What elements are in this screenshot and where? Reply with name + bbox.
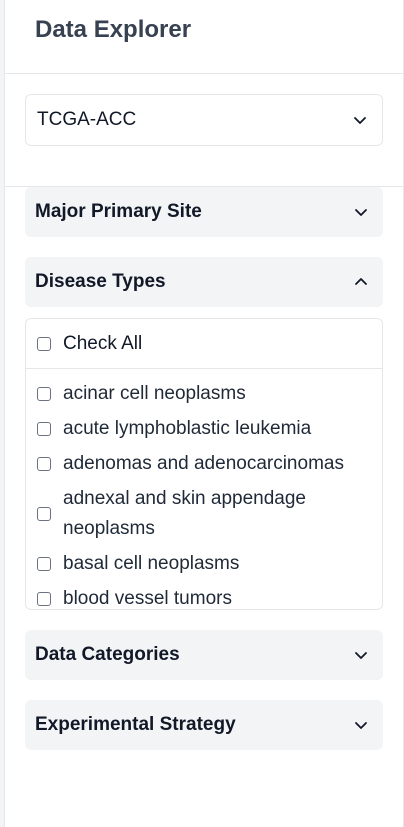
sidebar-header: Data Explorer (5, 0, 403, 74)
list-item[interactable]: acinar cell neoplasms (37, 379, 382, 409)
accordion-experimental-strategy[interactable]: Experimental Strategy (25, 700, 383, 750)
accordion-label: Disease Types (35, 271, 166, 292)
disease-type-label: adenomas and adenocarcinomas (63, 453, 344, 474)
check-all-row[interactable]: Check All (26, 319, 382, 369)
disease-type-checkbox[interactable] (37, 422, 51, 436)
disease-type-checkbox[interactable] (37, 457, 51, 471)
disease-type-label: acute lymphoblastic leukemia (63, 418, 312, 439)
accordion-label: Major Primary Site (35, 201, 202, 222)
disease-type-label: adnexal and skin appendage neoplasms (63, 488, 306, 539)
accordion-label: Data Categories (35, 644, 180, 665)
accordion-disease-types[interactable]: Disease Types (25, 257, 383, 307)
sidebar-title: Data Explorer (35, 16, 192, 43)
list-item[interactable]: blood vessel tumors (37, 584, 382, 609)
chevron-down-icon (355, 209, 367, 216)
dataset-select[interactable]: TCGA-ACC (25, 94, 383, 146)
check-all-checkbox[interactable] (37, 336, 51, 351)
disease-type-checkbox[interactable] (37, 592, 51, 606)
disease-type-list: acinar cell neoplasms acute lymphoblasti… (26, 369, 382, 609)
chevron-down-icon (355, 722, 367, 729)
list-item[interactable]: basal cell neoplasms (37, 549, 382, 579)
chevron-up-icon (355, 278, 367, 285)
disease-types-panel[interactable]: Check All acinar cell neoplasms acute ly… (25, 318, 383, 610)
list-item[interactable]: adenomas and adenocarcinomas (37, 449, 382, 479)
check-all-label: Check All (63, 332, 143, 354)
dataset-section: TCGA-ACC (5, 74, 403, 187)
list-item[interactable]: adnexal and skin appendage neoplasms (37, 484, 357, 544)
chevron-down-icon (355, 652, 367, 659)
dataset-select-value: TCGA-ACC (37, 109, 137, 130)
disease-type-checkbox[interactable] (37, 507, 51, 521)
accordion-data-categories[interactable]: Data Categories (25, 630, 383, 680)
accordion-label: Experimental Strategy (35, 714, 236, 735)
disease-type-checkbox[interactable] (37, 557, 51, 571)
list-item[interactable]: acute lymphoblastic leukemia (37, 414, 382, 444)
disease-type-checkbox[interactable] (37, 387, 51, 401)
filter-sidebar: Data Explorer TCGA-ACC Major Primary Sit… (4, 0, 404, 827)
disease-type-label: acinar cell neoplasms (63, 383, 246, 404)
disease-type-label: basal cell neoplasms (63, 553, 240, 574)
accordion-major-primary-site[interactable]: Major Primary Site (25, 187, 383, 237)
chevron-down-icon (354, 117, 366, 124)
disease-type-label: blood vessel tumors (63, 588, 232, 609)
